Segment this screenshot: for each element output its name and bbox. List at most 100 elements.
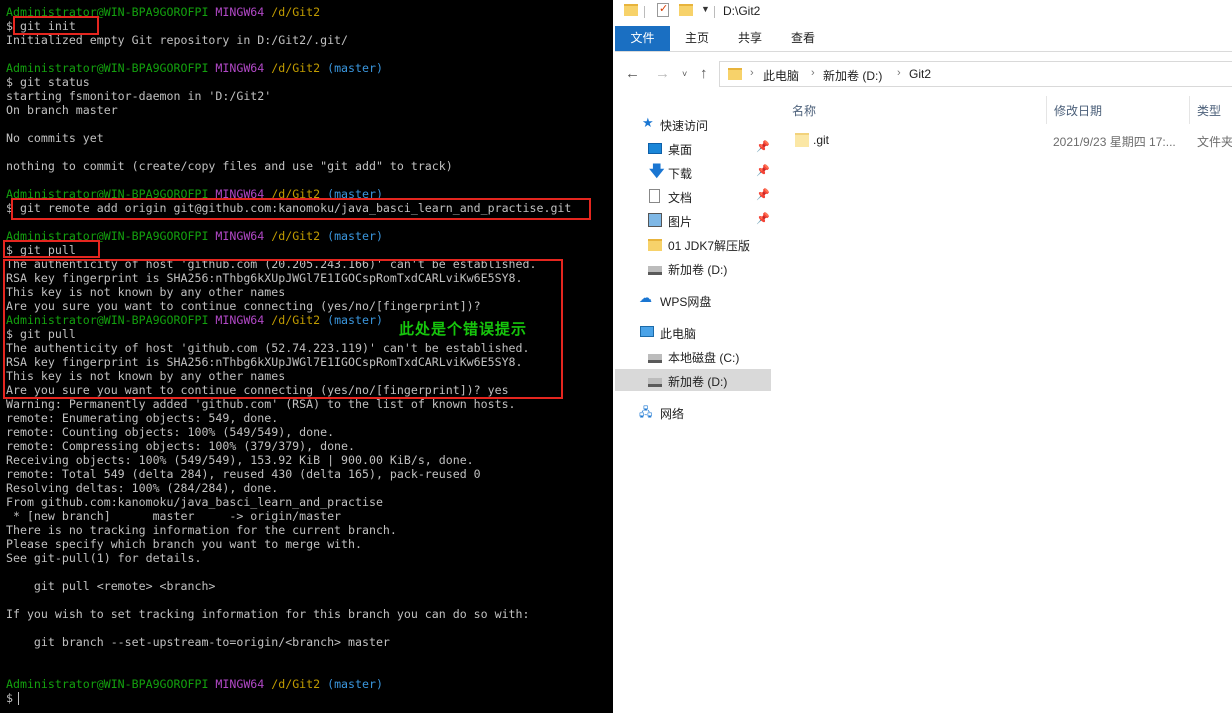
terminal-text-segment: If you wish to set tracking information … <box>6 607 530 621</box>
terminal-line: remote: Total 549 (delta 284), reused 43… <box>6 467 481 481</box>
terminal-text-segment: RSA key fingerprint is SHA256:nThbg6kXUp… <box>6 355 523 369</box>
address-bar-row: ← → ˅ ↑ › 此电脑 › 新加卷 (D:) › Git2 <box>615 58 1232 90</box>
nav-downloads[interactable]: 🡇 下载 📌 <box>615 161 771 183</box>
pin-icon[interactable]: 📌 <box>756 164 770 177</box>
tab-home[interactable]: 主页 <box>677 26 717 51</box>
terminal-text-segment: Resolving deltas: 100% (284/284), done. <box>6 481 279 495</box>
terminal-line: Administrator@WIN-BPA9GOROFPI MINGW64 /d… <box>6 61 383 75</box>
drive-icon <box>648 266 662 275</box>
nav-label: 01 JDK7解压版 <box>668 239 751 253</box>
terminal-line: Resolving deltas: 100% (284/284), done. <box>6 481 278 495</box>
nav-label: 本地磁盘 (C:) <box>668 351 740 365</box>
terminal-text-segment: remote: Total 549 (delta 284), reused 43… <box>6 467 481 481</box>
terminal-text-segment: remote: Compressing objects: 100% (379/3… <box>6 439 356 453</box>
nav-quick-drive-d[interactable]: 新加卷 (D:) <box>615 257 771 279</box>
pin-icon[interactable]: 📌 <box>756 188 770 201</box>
terminal-text-segment: $ git remote add origin git@github.com:k… <box>6 201 572 215</box>
column-divider[interactable] <box>1046 96 1047 124</box>
terminal-text-segment: $ git status <box>6 75 90 89</box>
terminal-text-segment: Initialized empty Git repository in D:/G… <box>6 33 349 47</box>
nav-quick-access[interactable]: ★ 快速访问 <box>615 113 771 135</box>
ribbon-tabs: 文件 主页 共享 查看 <box>615 26 1232 52</box>
nav-jdk-folder[interactable]: 01 JDK7解压版 <box>615 233 771 255</box>
file-name: .git <box>813 133 830 147</box>
nav-label: 新加卷 (D:) <box>668 263 728 277</box>
terminal-text-segment: MINGW64 <box>215 5 272 19</box>
nav-label: WPS网盘 <box>660 295 712 309</box>
nav-local-disk-c[interactable]: 本地磁盘 (C:) <box>615 345 771 367</box>
breadcrumb-separator-icon[interactable]: › <box>897 67 901 79</box>
error-annotation: 此处是个错误提示 <box>399 320 528 338</box>
nav-label: 文档 <box>668 191 693 205</box>
column-modified[interactable]: 修改日期 <box>1054 102 1102 119</box>
properties-icon[interactable] <box>657 2 669 17</box>
terminal-text-segment: (master) <box>327 187 383 201</box>
pin-icon[interactable]: 📌 <box>756 212 770 225</box>
up-arrow-icon[interactable]: ↑ <box>700 65 708 82</box>
terminal-line: $ git init <box>6 19 76 33</box>
column-header: 名称 修改日期 类型 <box>778 96 1232 124</box>
terminal-cursor <box>18 692 19 705</box>
nav-network[interactable]: 🖧 网络 <box>615 401 771 423</box>
terminal-text-segment: Administrator@WIN-BPA9GOROFPI <box>6 677 216 691</box>
terminal-text-segment: On branch master <box>6 103 118 117</box>
terminal-text-segment: MINGW64 <box>215 61 272 75</box>
terminal-line: git pull <remote> <branch> <box>6 579 216 593</box>
recent-locations-chevron-icon[interactable]: ˅ <box>682 69 687 79</box>
drive-icon <box>648 354 662 363</box>
breadcrumb-drive-d[interactable]: 新加卷 (D:) <box>823 67 882 84</box>
terminal-line: This key is not known by any other names <box>6 369 285 383</box>
terminal-text-segment: See git-pull(1) for details. <box>6 551 202 565</box>
nav-wps-cloud[interactable]: ☁ WPS网盘 <box>615 289 771 311</box>
terminal-text-segment: /d/Git2 <box>271 677 328 691</box>
nav-pictures[interactable]: 图片 📌 <box>615 209 771 231</box>
terminal-line: If you wish to set tracking information … <box>6 607 530 621</box>
tab-view[interactable]: 查看 <box>783 26 823 51</box>
nav-label: 此电脑 <box>660 327 697 341</box>
breadcrumb-git2[interactable]: Git2 <box>909 67 931 81</box>
terminal-text-segment: Administrator@WIN-BPA9GOROFPI <box>6 61 216 75</box>
git-bash-terminal[interactable]: Administrator@WIN-BPA9GOROFPI MINGW64 /d… <box>0 0 613 713</box>
nav-label: 图片 <box>668 215 693 229</box>
address-box[interactable]: › 此电脑 › 新加卷 (D:) › Git2 <box>719 61 1232 87</box>
folder-icon <box>728 68 742 80</box>
nav-documents[interactable]: 文档 📌 <box>615 185 771 207</box>
nav-label: 下载 <box>668 167 693 181</box>
terminal-text-segment: git branch --set-upstream-to=origin/<bra… <box>6 635 390 649</box>
pin-icon[interactable]: 📌 <box>756 140 770 153</box>
terminal-line: Administrator@WIN-BPA9GOROFPI MINGW64 /d… <box>6 229 383 243</box>
nav-desktop[interactable]: 桌面 📌 <box>615 137 771 159</box>
tab-share[interactable]: 共享 <box>730 26 770 51</box>
star-icon: ★ <box>642 115 654 130</box>
nav-label: 桌面 <box>668 143 693 157</box>
download-arrow-icon: 🡇 <box>649 163 665 180</box>
terminal-text-segment: MINGW64 <box>215 677 272 691</box>
terminal-text-segment: remote: Counting objects: 100% (549/549)… <box>6 425 335 439</box>
nav-drive-d[interactable]: 新加卷 (D:) <box>615 369 771 391</box>
nav-this-pc[interactable]: 此电脑 <box>615 321 771 343</box>
tab-file[interactable]: 文件 <box>615 26 670 51</box>
terminal-text-segment: /d/Git2 <box>271 229 328 243</box>
column-name[interactable]: 名称 <box>792 102 816 119</box>
terminal-line: remote: Counting objects: 100% (549/549)… <box>6 425 334 439</box>
new-folder-icon[interactable] <box>679 4 693 16</box>
terminal-text-segment: starting fsmonitor-daemon in 'D:/Git2' <box>6 89 272 103</box>
terminal-text-segment: Warning: Permanently added 'github.com' … <box>6 397 516 411</box>
terminal-line: Please specify which branch you want to … <box>6 537 362 551</box>
terminal-text-segment: This key is not known by any other names <box>6 369 286 383</box>
terminal-text-segment: No commits yet <box>6 131 104 145</box>
terminal-line: remote: Enumerating objects: 549, done. <box>6 411 278 425</box>
breadcrumb-separator-icon[interactable]: › <box>750 67 754 79</box>
breadcrumb-this-pc[interactable]: 此电脑 <box>763 67 799 84</box>
column-divider[interactable] <box>1189 96 1190 124</box>
back-arrow-icon[interactable]: ← <box>625 65 640 82</box>
folder-icon <box>648 239 662 251</box>
column-type[interactable]: 类型 <box>1197 102 1221 119</box>
file-row-git[interactable]: .git 2021/9/23 星期四 17:... 文件夹 <box>778 128 1232 152</box>
terminal-text-segment: From github.com:kanomoku/java_basci_lear… <box>6 495 383 509</box>
terminal-text-segment: (master) <box>327 677 383 691</box>
chevron-down-icon[interactable]: ▼ <box>701 4 710 14</box>
breadcrumb-separator-icon[interactable]: › <box>811 67 815 79</box>
folder-icon <box>624 4 638 16</box>
forward-arrow-icon[interactable]: → <box>655 65 670 82</box>
